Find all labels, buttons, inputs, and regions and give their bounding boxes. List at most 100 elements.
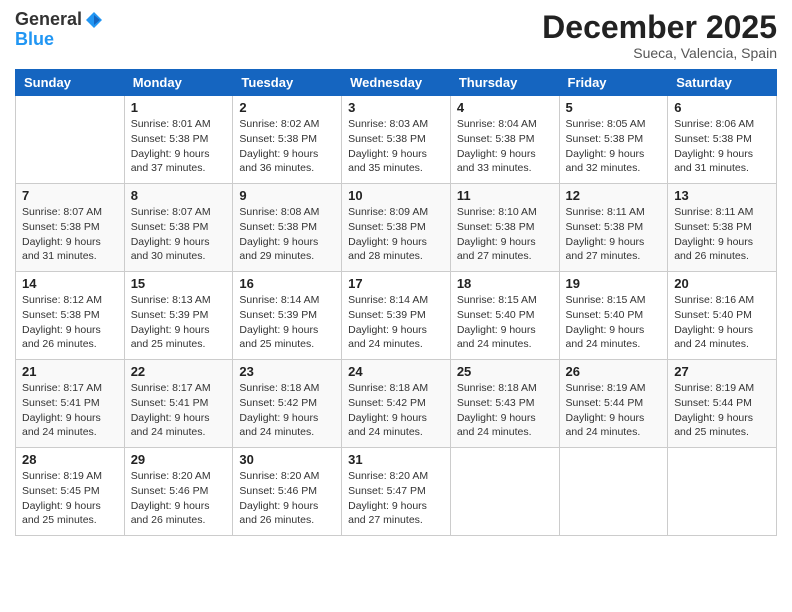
calendar-cell: 17Sunrise: 8:14 AMSunset: 5:39 PMDayligh… (342, 272, 451, 360)
day-info: Sunrise: 8:18 AMSunset: 5:42 PMDaylight:… (348, 381, 444, 440)
calendar-cell: 25Sunrise: 8:18 AMSunset: 5:43 PMDayligh… (450, 360, 559, 448)
day-number: 29 (131, 452, 227, 467)
calendar-cell (450, 448, 559, 536)
logo-blue: Blue (15, 30, 104, 50)
day-number: 28 (22, 452, 118, 467)
calendar-header-monday: Monday (124, 70, 233, 96)
day-info: Sunrise: 8:07 AMSunset: 5:38 PMDaylight:… (131, 205, 227, 264)
day-info: Sunrise: 8:07 AMSunset: 5:38 PMDaylight:… (22, 205, 118, 264)
header: General Blue December 2025 Sueca, Valenc… (15, 10, 777, 61)
day-number: 31 (348, 452, 444, 467)
calendar-week-0: 1Sunrise: 8:01 AMSunset: 5:38 PMDaylight… (16, 96, 777, 184)
calendar-header-thursday: Thursday (450, 70, 559, 96)
day-number: 10 (348, 188, 444, 203)
day-info: Sunrise: 8:11 AMSunset: 5:38 PMDaylight:… (566, 205, 662, 264)
calendar-week-2: 14 Sunrise: 8:12 AMSunset: 5:38 PMDayligh… (16, 272, 777, 360)
day-number: 22 (131, 364, 227, 379)
day-number: 13 (674, 188, 770, 203)
day-number: 12 (566, 188, 662, 203)
calendar-cell: 22Sunrise: 8:17 AMSunset: 5:41 PMDayligh… (124, 360, 233, 448)
day-info: Sunrise: 8:16 AMSunset: 5:40 PMDaylight:… (674, 293, 770, 352)
calendar-cell: 4 Sunrise: 8:04 AMSunset: 5:38 PMDaylight… (450, 96, 559, 184)
day-number: 16 (239, 276, 335, 291)
day-info: Sunrise: 8:03 AMSunset: 5:38 PMDaylight:… (348, 117, 444, 176)
calendar-cell: 19 Sunrise: 8:15 AMSunset: 5:40 PMDayligh… (559, 272, 668, 360)
calendar-cell: 9Sunrise: 8:08 AMSunset: 5:38 PMDaylight… (233, 184, 342, 272)
calendar-cell: 28 Sunrise: 8:19 AMSunset: 5:45 PMDayligh… (16, 448, 125, 536)
calendar-cell: 24 Sunrise: 8:18 AMSunset: 5:42 PMDayligh… (342, 360, 451, 448)
calendar-week-1: 7 Sunrise: 8:07 AMSunset: 5:38 PMDaylight… (16, 184, 777, 272)
day-number: 14 (22, 276, 118, 291)
calendar-cell: 5Sunrise: 8:05 AMSunset: 5:38 PMDaylight… (559, 96, 668, 184)
page: General Blue December 2025 Sueca, Valenc… (0, 0, 792, 612)
day-number: 7 (22, 188, 118, 203)
calendar-cell (16, 96, 125, 184)
day-number: 15 (131, 276, 227, 291)
day-info: Sunrise: 8:18 AMSunset: 5:42 PMDaylight:… (239, 381, 335, 440)
calendar-cell: 23 Sunrise: 8:18 AMSunset: 5:42 PMDayligh… (233, 360, 342, 448)
calendar-cell: 10 Sunrise: 8:09 AMSunset: 5:38 PMDayligh… (342, 184, 451, 272)
day-info: Sunrise: 8:19 AMSunset: 5:45 PMDaylight:… (22, 469, 118, 528)
calendar-header-friday: Friday (559, 70, 668, 96)
calendar-cell: 2Sunrise: 8:02 AMSunset: 5:38 PMDaylight… (233, 96, 342, 184)
calendar-header-wednesday: Wednesday (342, 70, 451, 96)
day-info: Sunrise: 8:15 AMSunset: 5:40 PMDaylight:… (566, 293, 662, 352)
day-number: 6 (674, 100, 770, 115)
day-info: Sunrise: 8:17 AMSunset: 5:41 PMDaylight:… (22, 381, 118, 440)
day-info: Sunrise: 8:11 AMSunset: 5:38 PMDaylight:… (674, 205, 770, 264)
day-number: 11 (457, 188, 553, 203)
day-number: 24 (348, 364, 444, 379)
day-number: 2 (239, 100, 335, 115)
calendar-cell: 29 Sunrise: 8:20 AMSunset: 5:46 PMDayligh… (124, 448, 233, 536)
day-info: Sunrise: 8:19 AMSunset: 5:44 PMDaylight:… (566, 381, 662, 440)
day-info: Sunrise: 8:15 AMSunset: 5:40 PMDaylight:… (457, 293, 553, 352)
day-info: Sunrise: 8:06 AMSunset: 5:38 PMDaylight:… (674, 117, 770, 176)
calendar-header-saturday: Saturday (668, 70, 777, 96)
calendar-cell: 11 Sunrise: 8:10 AMSunset: 5:38 PMDayligh… (450, 184, 559, 272)
calendar-cell: 21Sunrise: 8:17 AMSunset: 5:41 PMDayligh… (16, 360, 125, 448)
day-number: 8 (131, 188, 227, 203)
logo: General Blue (15, 10, 104, 50)
calendar-cell: 15 Sunrise: 8:13 AMSunset: 5:39 PMDayligh… (124, 272, 233, 360)
day-info: Sunrise: 8:09 AMSunset: 5:38 PMDaylight:… (348, 205, 444, 264)
day-number: 1 (131, 100, 227, 115)
calendar-header-tuesday: Tuesday (233, 70, 342, 96)
day-number: 17 (348, 276, 444, 291)
day-number: 4 (457, 100, 553, 115)
calendar-cell: 27Sunrise: 8:19 AMSunset: 5:44 PMDayligh… (668, 360, 777, 448)
location: Sueca, Valencia, Spain (542, 45, 777, 61)
day-info: Sunrise: 8:13 AMSunset: 5:39 PMDaylight:… (131, 293, 227, 352)
day-info: Sunrise: 8:10 AMSunset: 5:38 PMDaylight:… (457, 205, 553, 264)
calendar-cell: 14 Sunrise: 8:12 AMSunset: 5:38 PMDayligh… (16, 272, 125, 360)
calendar-cell: 20 Sunrise: 8:16 AMSunset: 5:40 PMDayligh… (668, 272, 777, 360)
calendar-table: SundayMondayTuesdayWednesdayThursdayFrid… (15, 69, 777, 536)
day-info: Sunrise: 8:20 AMSunset: 5:46 PMDaylight:… (239, 469, 335, 528)
calendar-cell: 18 Sunrise: 8:15 AMSunset: 5:40 PMDayligh… (450, 272, 559, 360)
day-info: Sunrise: 8:20 AMSunset: 5:46 PMDaylight:… (131, 469, 227, 528)
calendar-cell: 30Sunrise: 8:20 AMSunset: 5:46 PMDayligh… (233, 448, 342, 536)
day-info: Sunrise: 8:19 AMSunset: 5:44 PMDaylight:… (674, 381, 770, 440)
day-info: Sunrise: 8:12 AMSunset: 5:38 PMDaylight:… (22, 293, 118, 352)
day-info: Sunrise: 8:14 AMSunset: 5:39 PMDaylight:… (239, 293, 335, 352)
calendar-cell: 7 Sunrise: 8:07 AMSunset: 5:38 PMDaylight… (16, 184, 125, 272)
month-title: December 2025 (542, 10, 777, 45)
calendar-cell: 26Sunrise: 8:19 AMSunset: 5:44 PMDayligh… (559, 360, 668, 448)
day-number: 3 (348, 100, 444, 115)
day-number: 9 (239, 188, 335, 203)
calendar-cell (668, 448, 777, 536)
day-number: 20 (674, 276, 770, 291)
calendar-header-sunday: Sunday (16, 70, 125, 96)
calendar-cell: 8 Sunrise: 8:07 AMSunset: 5:38 PMDaylight… (124, 184, 233, 272)
calendar-cell: 6 Sunrise: 8:06 AMSunset: 5:38 PMDaylight… (668, 96, 777, 184)
calendar-cell (559, 448, 668, 536)
day-info: Sunrise: 8:04 AMSunset: 5:38 PMDaylight:… (457, 117, 553, 176)
calendar-cell: 16 Sunrise: 8:14 AMSunset: 5:39 PMDayligh… (233, 272, 342, 360)
calendar-cell: 13 Sunrise: 8:11 AMSunset: 5:38 PMDayligh… (668, 184, 777, 272)
title-block: December 2025 Sueca, Valencia, Spain (542, 10, 777, 61)
day-number: 23 (239, 364, 335, 379)
day-info: Sunrise: 8:05 AMSunset: 5:38 PMDaylight:… (566, 117, 662, 176)
day-number: 18 (457, 276, 553, 291)
calendar-header-row: SundayMondayTuesdayWednesdayThursdayFrid… (16, 70, 777, 96)
day-number: 19 (566, 276, 662, 291)
calendar-cell: 31Sunrise: 8:20 AMSunset: 5:47 PMDayligh… (342, 448, 451, 536)
